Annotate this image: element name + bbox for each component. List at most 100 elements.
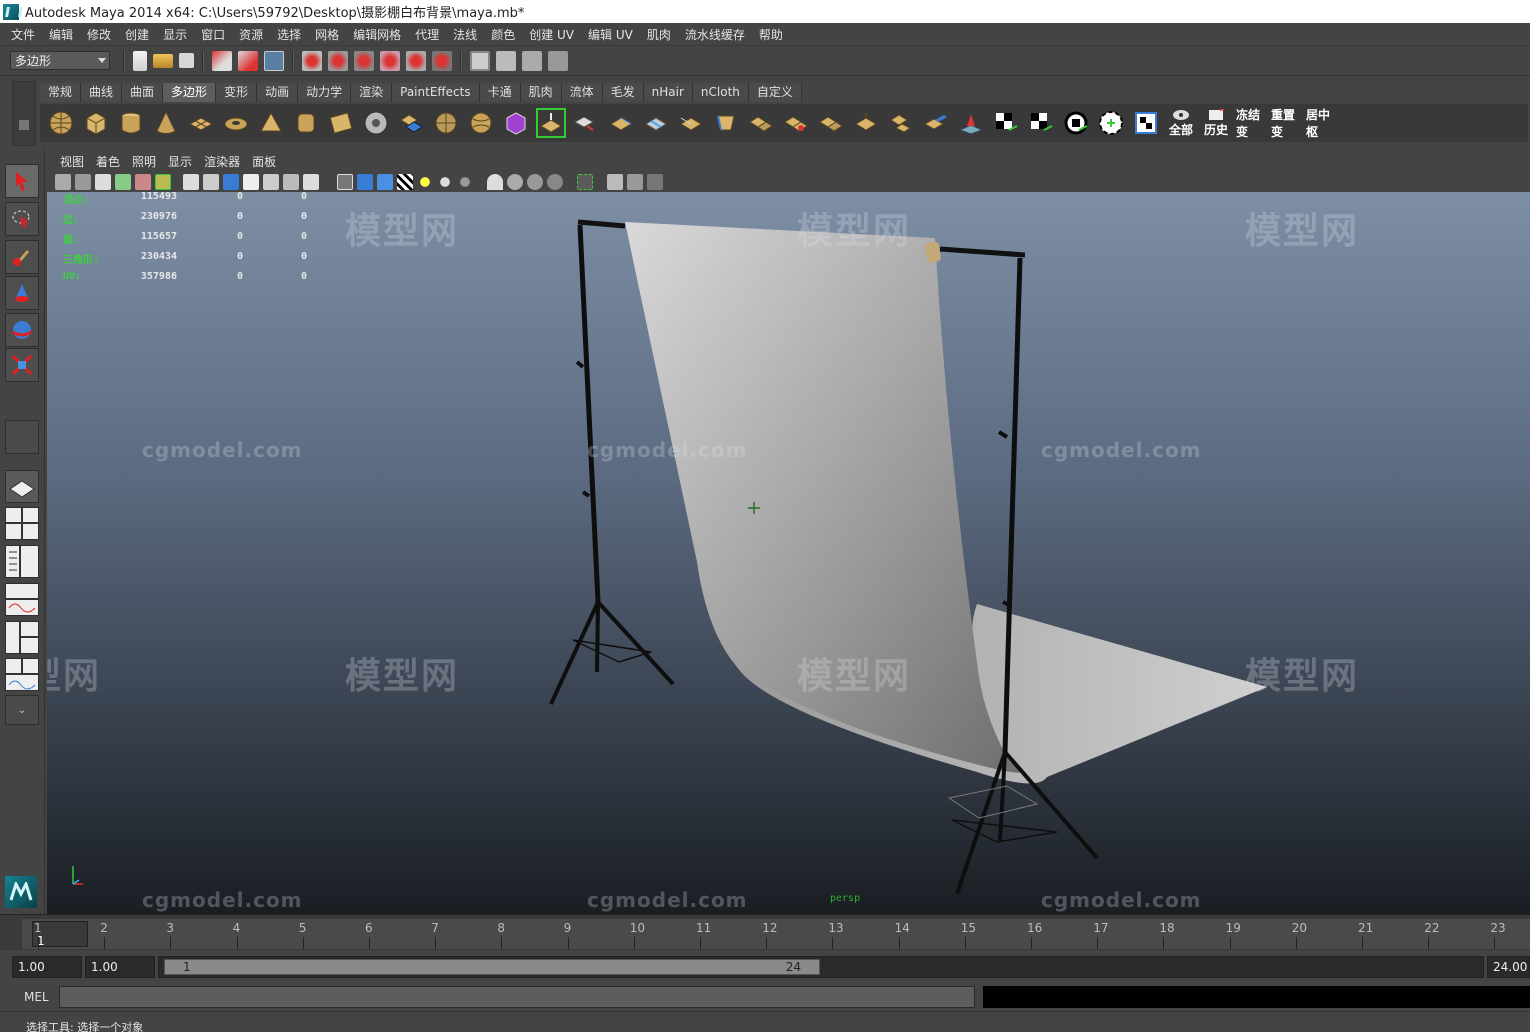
menu-file[interactable]: 文件 [4,26,42,43]
freeze-transforms-icon[interactable]: 冻结变 [1236,108,1266,139]
mel-command-input[interactable] [59,986,975,1008]
layout-single-perspective-button[interactable] [5,470,39,503]
image-plane-icon[interactable] [115,174,131,190]
select-component-icon[interactable] [264,50,284,71]
smooth-shade-icon[interactable] [357,174,373,190]
time-slider-track[interactable]: 1 1 2 3 4 5 6 7 8 9 10 11 12 13 14 15 16 17 18 19 20 21 22 23 [22,919,1530,949]
menu-muscle[interactable]: 肌肉 [640,26,678,43]
xray-icon[interactable] [547,174,563,190]
center-pivot-icon[interactable]: 居中枢 [1306,108,1336,139]
menu-edit[interactable]: 编辑 [42,26,80,43]
uv-unfold-checker-icon[interactable] [1061,108,1091,138]
planar-mapping-icon[interactable] [921,108,951,138]
open-scene-icon[interactable] [153,53,173,68]
snap-live-icon[interactable] [406,50,426,71]
menu-window[interactable]: 窗口 [194,26,232,43]
render-view-icon[interactable] [470,50,490,71]
save-scene-icon[interactable] [179,53,194,68]
select-camera-icon[interactable] [55,174,71,190]
boolean-icon[interactable] [501,108,531,138]
xray-active-icon[interactable] [627,174,643,190]
textured-icon[interactable] [397,174,413,190]
poly-plane-icon[interactable] [186,108,216,138]
rotate-tool-button[interactable] [5,313,39,347]
menu-display[interactable]: 显示 [156,26,194,43]
animation-start-field[interactable]: 1.00 [12,956,82,978]
range-slider-thumb[interactable]: 1 24 [164,959,820,975]
shelf-tab-painteffects[interactable]: PaintEffects [392,83,480,102]
smooth-icon[interactable] [466,108,496,138]
menu-set-dropdown[interactable]: 多边形 [10,51,110,70]
shelf-tab-dynamics[interactable]: 动力学 [298,83,352,102]
grease-pencil-icon[interactable] [155,174,171,190]
toolbox-expand-button[interactable]: ⌄ [5,695,39,725]
snap-point-icon[interactable] [354,50,374,71]
menu-help[interactable]: 帮助 [752,26,790,43]
menu-color[interactable]: 颜色 [484,26,522,43]
share-nodes-icon[interactable] [647,174,663,190]
poly-cone-icon[interactable] [151,108,181,138]
poly-cube-icon[interactable] [81,108,111,138]
playback-start-field[interactable]: 1.00 [85,956,155,978]
menu-proxy[interactable]: 代理 [408,26,446,43]
sculpt-geometry-icon[interactable] [956,108,986,138]
bevel-icon[interactable] [711,108,741,138]
panel-menu-renderer[interactable]: 渲染器 [198,153,246,170]
menu-select[interactable]: 选择 [270,26,308,43]
menu-modify[interactable]: 修改 [80,26,118,43]
shelf-tab-muscle[interactable]: 肌肉 [520,83,562,102]
menu-create-uvs[interactable]: 创建 UV [522,26,581,43]
uv-sphere-checker-icon[interactable] [1096,108,1126,138]
ipr-render-icon[interactable] [522,50,542,71]
render-settings-icon[interactable] [548,50,568,71]
anti-aliasing-icon[interactable] [507,174,523,190]
poly-prism-icon[interactable] [256,108,286,138]
paint-select-tool-button[interactable] [5,240,39,274]
soccer-ball-icon[interactable] [361,108,391,138]
mel-label[interactable]: MEL [24,990,49,1004]
last-tool-button[interactable] [5,420,39,454]
chip-off-icon[interactable] [886,108,916,138]
shelf-tab-fur[interactable]: 毛发 [602,83,644,102]
layout-hypershade-persp-button[interactable] [5,621,39,654]
safe-title-icon[interactable] [303,174,319,190]
gate-mask-icon[interactable] [243,174,259,190]
move-tool-button[interactable] [5,276,39,310]
snap-curve-icon[interactable] [328,50,348,71]
shelf-tab-nhair[interactable]: nHair [643,83,693,102]
delete-history-selected-icon[interactable]: 历史 [1201,108,1231,138]
menu-mesh[interactable]: 网格 [308,26,346,43]
shelf-tab-toon[interactable]: 卡通 [479,83,521,102]
shelf-tab-deformation[interactable]: 变形 [216,83,258,102]
poly-cylinder-icon[interactable] [116,108,146,138]
bookmarks-icon[interactable] [95,174,111,190]
combine-icon[interactable] [326,108,356,138]
select-tool-button[interactable] [5,164,39,198]
snap-view-plane-icon[interactable] [380,50,400,71]
split-polygon-icon[interactable] [641,108,671,138]
two-d-pan-icon[interactable] [135,174,151,190]
ambient-occlusion-icon[interactable] [457,174,473,190]
panel-menu-show[interactable]: 显示 [162,153,198,170]
menu-pipeline-cache[interactable]: 流水线缓存 [678,26,752,43]
perspective-viewport[interactable]: 顶点: 115493 0 0 边: 230976 0 0 面: 115657 0… [47,192,1530,914]
layout-persp-graph-button[interactable] [5,583,39,616]
magnet-icon[interactable] [432,50,452,71]
poke-face-icon[interactable] [781,108,811,138]
shadows-icon[interactable] [437,174,453,190]
delete-history-icon[interactable]: 全部 [1166,108,1196,138]
use-all-lights-icon[interactable] [417,174,433,190]
wireframe-icon[interactable] [337,174,353,190]
select-object-icon[interactable] [238,50,258,71]
isolate-select-icon[interactable] [577,174,593,190]
lasso-tool-button[interactable] [5,202,39,236]
animation-end-field[interactable]: 24.00 [1487,956,1530,978]
select-hierarchy-icon[interactable] [212,50,232,71]
resolution-gate-icon[interactable] [223,174,239,190]
menu-assets[interactable]: 资源 [232,26,270,43]
shelf-options-handle[interactable] [12,81,36,146]
layout-four-view-button[interactable] [5,507,39,540]
shelf-tab-general[interactable]: 常规 [40,83,82,102]
safe-action-icon[interactable] [283,174,299,190]
extrude-icon[interactable] [536,108,566,138]
